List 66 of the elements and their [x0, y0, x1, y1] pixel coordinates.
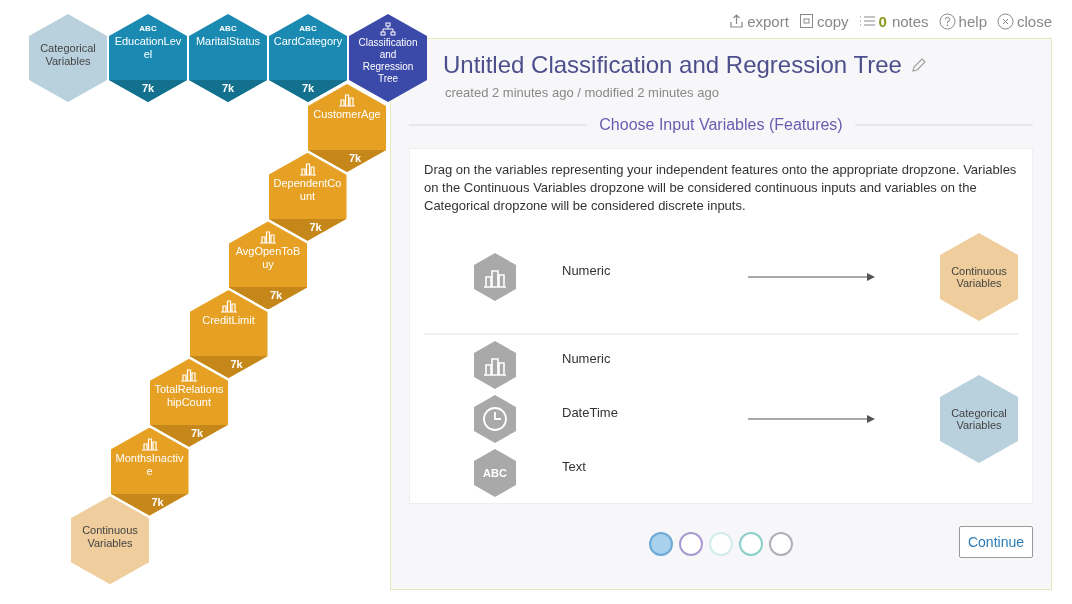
step-dot[interactable] [679, 532, 703, 556]
node-label: AvgOpenToBuy [234, 245, 302, 272]
node-label: MaritalStatus [194, 35, 262, 48]
row-count: 7k [309, 220, 322, 235]
node-label: Categorical Variables [39, 42, 97, 68]
node-label: Continuous Variables [81, 524, 139, 551]
help-icon [938, 12, 956, 30]
dropzone-hex: Continuous Variables [940, 233, 1018, 321]
variable-hex[interactable]: CreditLimit 7k [189, 290, 268, 379]
text-type-label: ABC [219, 24, 237, 34]
row-count: 7k [151, 495, 164, 510]
notes-button[interactable]: 0 notes [858, 12, 929, 30]
row-count: 7k [141, 82, 155, 96]
step-dot[interactable] [649, 532, 673, 556]
variable-hex[interactable]: ABC EducationLevel 7k [109, 14, 187, 102]
dropzone-hex[interactable]: Categorical Variables [29, 14, 107, 102]
model-hex[interactable]: Classification and Regression Tree [349, 14, 427, 102]
node-label: MonthsInactive [114, 451, 185, 478]
export-button[interactable]: export [729, 12, 789, 30]
node-label: EducationLevel [113, 35, 183, 61]
node-label: DependentCount [272, 176, 343, 203]
row-count: 7k [190, 426, 204, 441]
row-count: 7k [348, 152, 362, 166]
node-label: TotalRelationshipCount [154, 382, 224, 409]
help-button[interactable]: help [938, 12, 987, 30]
bar-chart-icon [140, 435, 159, 451]
node-label: CardCategory [273, 35, 343, 48]
copy-button[interactable]: copy [798, 12, 849, 30]
continue-button[interactable]: Continue [958, 526, 1033, 558]
step-dot[interactable] [769, 532, 793, 556]
bar-chart-icon [298, 160, 317, 176]
bar-chart-icon [259, 229, 277, 245]
text-type-hex: ABC [474, 449, 516, 497]
dropzone-hex: Categorical Variables [940, 375, 1018, 463]
pencil-icon[interactable] [909, 56, 928, 74]
close-button[interactable]: close [996, 12, 1052, 30]
type-label: Numeric [562, 351, 611, 366]
text-type-label: ABC [139, 24, 157, 34]
text-type-label: ABC [299, 24, 317, 34]
type-label: DateTime [562, 405, 618, 420]
copy-icon [798, 13, 814, 29]
step-dot[interactable] [739, 532, 763, 556]
variable-hex[interactable]: ABC MaritalStatus 7k [189, 14, 267, 102]
instructions-text: Drag on the variables representing your independent features onto the appropriate dropzone. Variables on the Continuous Variables dropzone will be considered continuous inputs and variables on the Categorical dropzone will be considered discrete inputs. [424, 161, 1018, 215]
variable-hex[interactable]: AvgOpenToBuy 7k [229, 221, 307, 310]
dropzone-hex[interactable]: Continuous Variables [71, 496, 149, 585]
variable-hex[interactable]: MonthsInactive 7k [110, 427, 189, 516]
node-label: Classification and Regression Tree [357, 37, 419, 85]
bar-chart-icon [219, 298, 238, 314]
row-count: 7k [221, 82, 235, 96]
tree-icon [380, 22, 396, 36]
row-count: 7k [230, 358, 243, 373]
bar-chart-icon [180, 366, 198, 382]
row-count: 7k [269, 289, 283, 304]
type-label: Numeric [562, 263, 611, 278]
variable-hex[interactable]: ABC CardCategory 7k [269, 14, 347, 102]
export-icon [729, 13, 745, 29]
type-label: Text [562, 459, 586, 474]
close-icon [996, 12, 1014, 30]
bar-chart-icon [338, 92, 356, 107]
node-label: CreditLimit [201, 314, 256, 328]
list-icon [858, 14, 876, 28]
section-heading: Choose Input Variables (Features) [599, 116, 843, 134]
node-label: CustomerAge [312, 108, 382, 121]
timestamp-text: created 2 minutes ago / modified 2 minutes ago [444, 85, 720, 100]
page-title: Untitled Classification and Regression Tree [443, 51, 902, 79]
